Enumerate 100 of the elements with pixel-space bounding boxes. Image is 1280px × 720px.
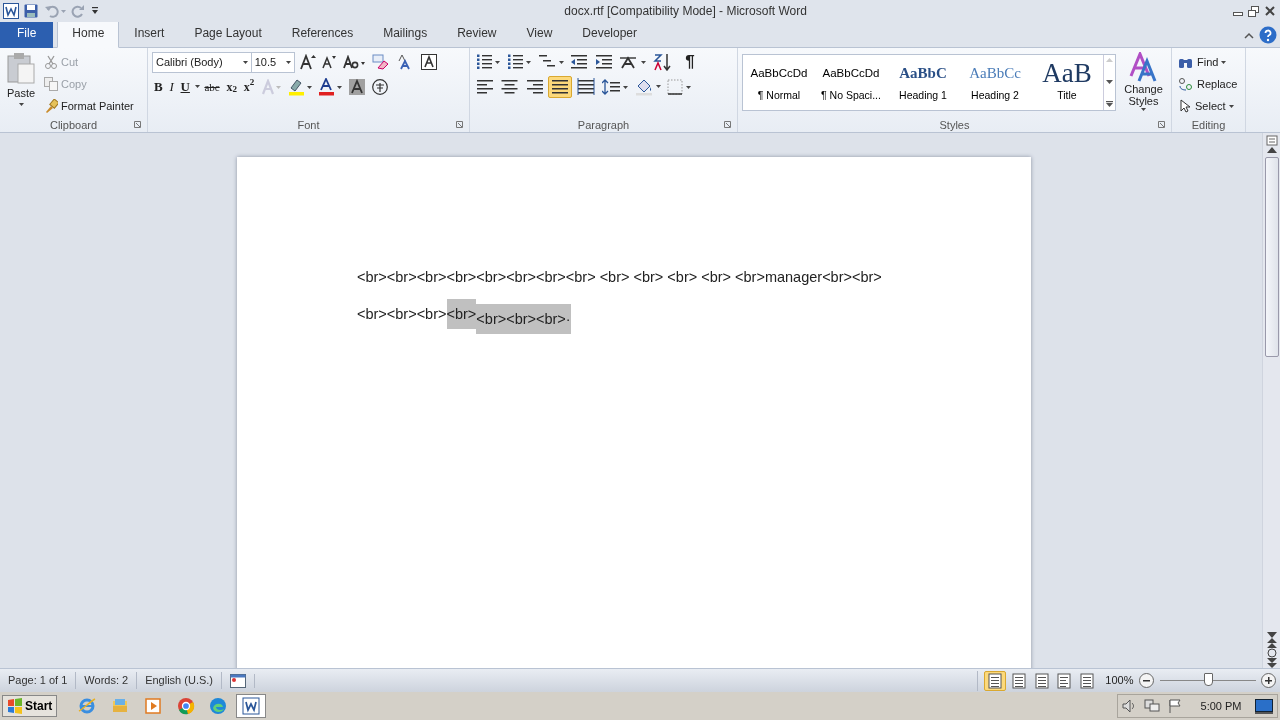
flag-icon[interactable] (1167, 699, 1182, 713)
ruler-toggle-icon[interactable] (1264, 133, 1279, 147)
windows-logo-icon (7, 698, 23, 714)
ribbon-tab[interactable]: Developer (567, 19, 652, 48)
taskbar-word-button[interactable] (236, 694, 267, 718)
previous-page-icon[interactable] (1266, 638, 1277, 648)
find-button[interactable]: Find (1176, 51, 1240, 73)
show-desktop-icon[interactable] (1255, 698, 1273, 714)
select-button[interactable]: Select (1176, 95, 1240, 117)
borders-icon[interactable] (667, 78, 692, 95)
format-button[interactable]: B (152, 75, 165, 98)
zoom-in-icon[interactable] (1261, 673, 1276, 688)
selected-text: <br><br><br>· (476, 304, 571, 334)
style-gallery-item[interactable]: AaBbCc Heading 2 (959, 55, 1031, 110)
window-title: docx.rtf [Compatibility Mode] - Microsoft Word (563, 3, 808, 20)
change-case-icon[interactable] (343, 55, 365, 69)
show-formatting-marks-button[interactable]: ¶ (683, 51, 697, 73)
line-spacing-icon[interactable] (601, 78, 628, 95)
gallery-more-icon[interactable] (1106, 101, 1113, 107)
dialog-launcher-icon[interactable] (134, 121, 141, 128)
format-painter-button[interactable]: Format Painter (42, 95, 136, 117)
format-button[interactable]: U (178, 75, 192, 98)
font-color-icon[interactable] (318, 77, 343, 96)
speaker-icon[interactable] (1121, 699, 1136, 713)
document-text: <br><br><br> (357, 306, 447, 322)
format-button[interactable]: I (167, 75, 176, 98)
word-count[interactable]: Words: 2 (76, 672, 138, 689)
document-text: <br><br><br><br><br><br><br><br> <br> <br> <br> <br> <br>manager<br><br> (357, 269, 882, 285)
dialog-launcher-icon[interactable] (1158, 121, 1165, 128)
ribbon-tab[interactable]: References (276, 19, 369, 48)
paste-button[interactable]: Paste (4, 51, 38, 121)
network-icon[interactable] (1143, 699, 1160, 713)
ribbon-tab[interactable]: Insert (119, 19, 180, 48)
font-family-field[interactable]: Calibri (Body) (152, 51, 252, 73)
enclose-characters-icon[interactable] (371, 78, 388, 95)
replace-button[interactable]: Replace (1176, 73, 1240, 95)
align-justify-button[interactable] (548, 75, 573, 98)
clock[interactable]: 5:00 PM (1200, 697, 1242, 715)
minimize-ribbon-icon[interactable] (1243, 31, 1254, 39)
caret-icon (18, 102, 24, 106)
group-label: Paragraph (577, 118, 630, 132)
close-icon[interactable] (1264, 6, 1275, 16)
selected-text: <br> (446, 299, 477, 329)
save-icon[interactable] (24, 4, 39, 18)
style-gallery-item[interactable]: AaBbC Heading 1 (887, 55, 959, 110)
scroll-down-icon[interactable] (1266, 632, 1277, 638)
format-button[interactable]: x$^{2}$ (241, 75, 257, 98)
scrollbar-thumb[interactable] (1264, 157, 1279, 357)
word-icon[interactable] (242, 697, 261, 715)
chrome-icon[interactable] (176, 697, 195, 715)
align-distributed-button[interactable] (575, 75, 597, 98)
start-button[interactable]: Start (2, 695, 58, 717)
print-view-button[interactable] (984, 670, 1007, 691)
replace-icon (1178, 77, 1194, 91)
help-icon[interactable] (1259, 26, 1278, 45)
gallery-down-icon[interactable] (1106, 79, 1113, 84)
clipboard-icon (6, 52, 36, 84)
ribbon-tab[interactable]: Page Layout (179, 19, 277, 48)
dialog-launcher-icon[interactable] (724, 121, 731, 128)
word-logo-icon[interactable] (2, 3, 19, 19)
increase-indent-icon[interactable] (595, 54, 613, 70)
style-gallery-item[interactable]: AaBbCcDd ¶ Normal (743, 55, 815, 110)
ribbon-tab[interactable]: Review (442, 19, 512, 48)
clear-formatting-icon[interactable] (371, 54, 390, 70)
zoom-level[interactable]: 100% (1105, 672, 1134, 689)
shrink-font-icon[interactable] (322, 55, 337, 69)
zoom-out-icon[interactable] (1139, 673, 1154, 688)
restore-icon[interactable] (1248, 5, 1259, 17)
multilevel-list-icon[interactable] (537, 54, 564, 70)
bullets-icon[interactable] (476, 54, 500, 70)
character-shading-icon[interactable] (349, 78, 366, 95)
dropdown-caret-icon (243, 60, 248, 64)
browse-object-icon[interactable] (1266, 648, 1277, 658)
format-button[interactable]: x$_{2}$ (224, 75, 239, 98)
zoom-slider-thumb[interactable] (1203, 673, 1213, 686)
group-label: Clipboard (49, 118, 98, 132)
customize-menu-icon[interactable] (90, 6, 99, 16)
macro-record-icon[interactable] (230, 673, 246, 688)
style-gallery-item[interactable]: AaB Title (1031, 55, 1103, 110)
language-indicator[interactable]: English (U.S.) (137, 672, 222, 689)
asian-layout-icon[interactable] (619, 54, 646, 70)
shading-icon[interactable] (634, 77, 661, 96)
grow-font-icon[interactable] (299, 54, 316, 70)
dialog-launcher-icon[interactable] (456, 121, 463, 128)
caret-icon (1221, 60, 1227, 64)
change-styles-button[interactable]: Change Styles (1120, 51, 1167, 121)
media-icon[interactable] (143, 697, 162, 715)
decrease-indent-icon[interactable] (570, 54, 589, 70)
numbering-icon[interactable] (506, 54, 531, 70)
style-gallery-item[interactable]: AaBbCcDd ¶ No Spaci... (815, 55, 887, 110)
page-count[interactable]: Page: 1 of 1 (0, 672, 77, 689)
highlighter-icon[interactable] (287, 77, 312, 96)
sort-icon[interactable] (652, 53, 671, 71)
ribbon-tab[interactable]: Mailings (368, 19, 443, 48)
scissors-icon (44, 55, 58, 69)
character-border-icon[interactable] (421, 54, 438, 70)
scroll-up-icon[interactable] (1266, 147, 1277, 153)
ribbon-tab[interactable]: View (511, 19, 568, 48)
font-size-field[interactable]: 10.5 (250, 51, 295, 73)
format-button[interactable]: abc (202, 75, 222, 98)
